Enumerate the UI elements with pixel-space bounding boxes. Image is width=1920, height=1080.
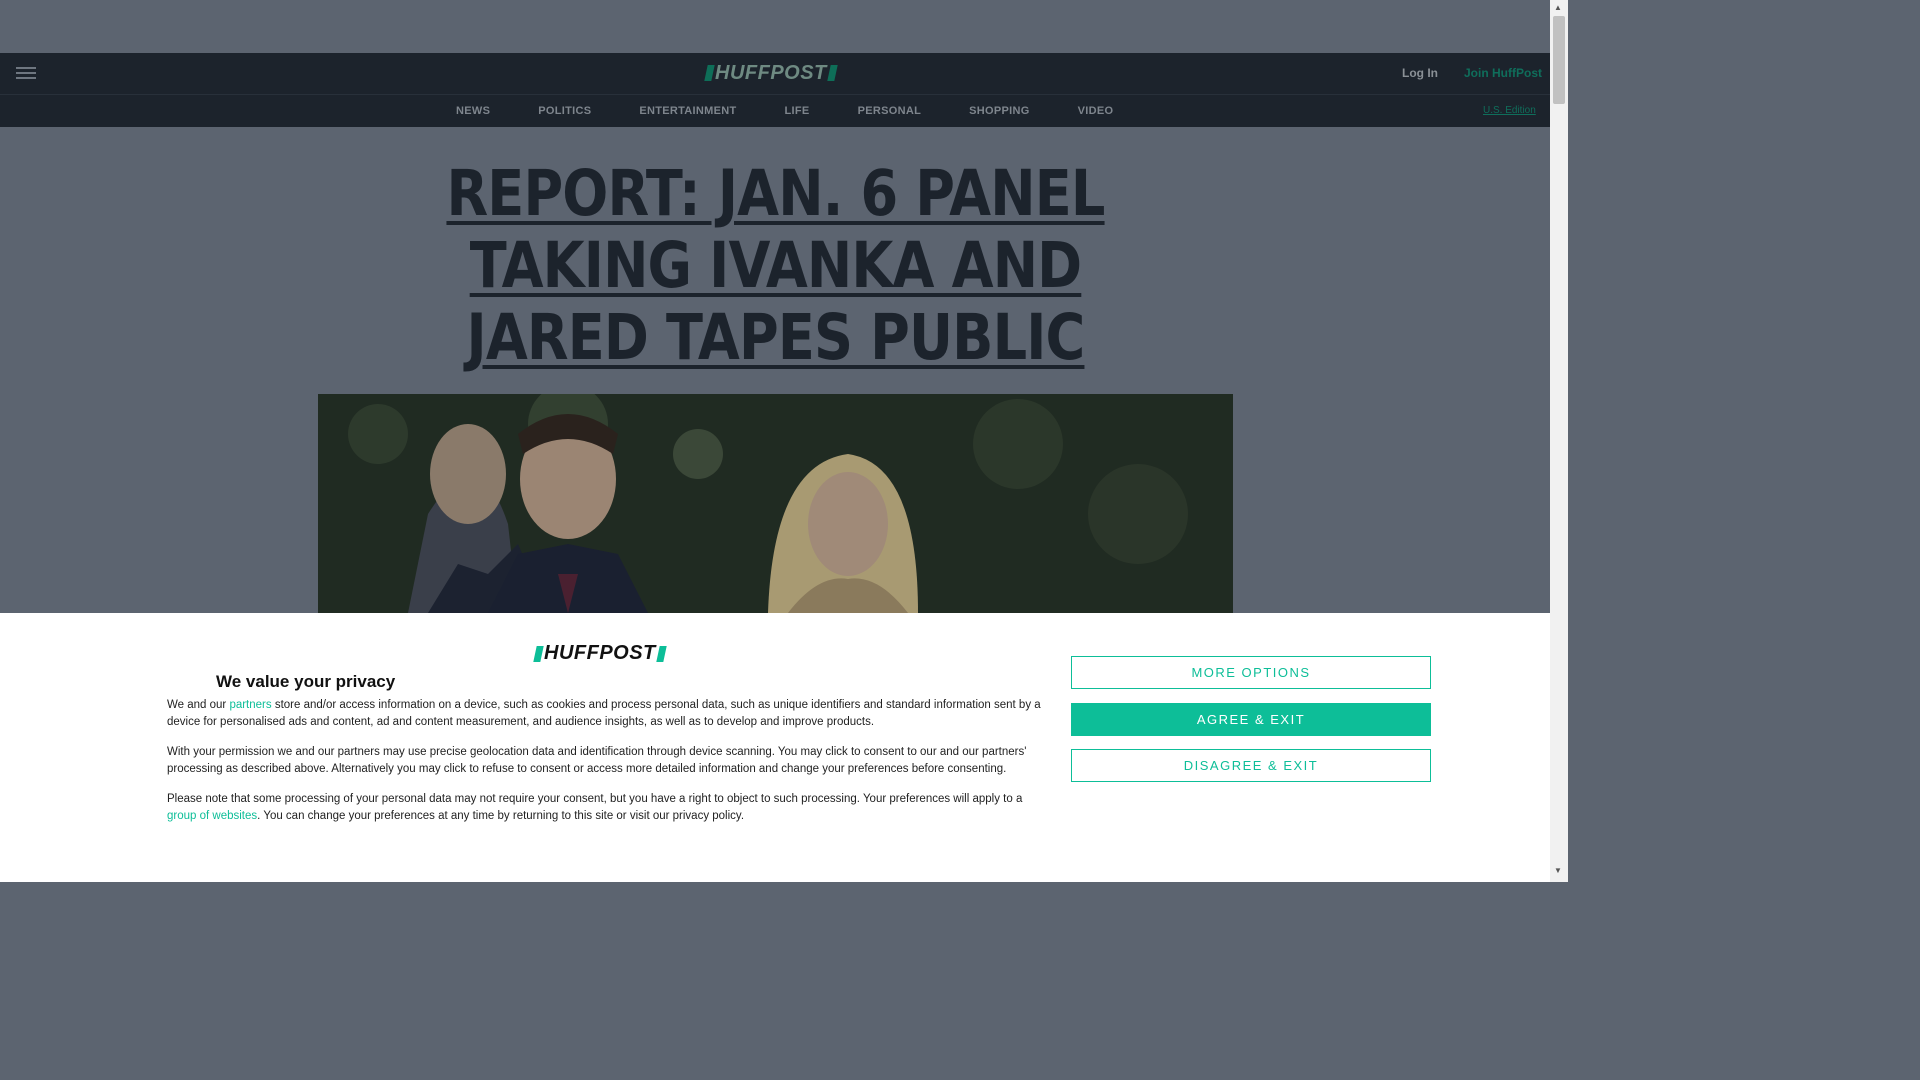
nav-item-news[interactable]: NEWS <box>456 105 490 117</box>
logo-bar-right <box>827 65 838 81</box>
nav-item-shopping[interactable]: SHOPPING <box>969 105 1029 117</box>
section-nav: NEWS POLITICS ENTERTAINMENT LIFE PERSONA… <box>0 95 1550 127</box>
partners-link[interactable]: partners <box>229 699 271 711</box>
login-link[interactable]: Log In <box>1402 66 1438 80</box>
more-options-button[interactable]: MORE OPTIONS <box>1071 656 1431 689</box>
p3-text-before: Please note that some processing of your… <box>167 793 1023 805</box>
agree-exit-button[interactable]: AGREE & EXIT <box>1071 703 1431 736</box>
nav-item-life[interactable]: LIFE <box>785 105 810 117</box>
nav-item-entertainment[interactable]: ENTERTAINMENT <box>639 105 736 117</box>
logo-bar-left <box>704 65 715 81</box>
join-huffpost-link[interactable]: Join HuffPost <box>1464 66 1542 80</box>
vertical-scrollbar[interactable]: ▲ ▼ <box>1550 0 1568 882</box>
nav-item-personal[interactable]: PERSONAL <box>858 105 922 117</box>
consent-banner: HUFFPOST We value your privacy We and ou… <box>0 613 1550 882</box>
consent-logo-bar-right <box>656 645 667 662</box>
logo-text: HUFFPOST <box>715 62 827 84</box>
headline-text[interactable]: REPORT: JAN. 6 PANEL TAKING IVANKA AND J… <box>446 157 1105 374</box>
consent-title: We value your privacy <box>216 672 396 691</box>
group-of-websites-link[interactable]: group of websites <box>167 810 257 822</box>
consent-paragraph-1: We and our partners store and/or access … <box>167 697 1043 731</box>
consent-paragraph-2: With your permission we and our partners… <box>167 746 1027 775</box>
scroll-up-arrow-icon[interactable]: ▲ <box>1554 3 1562 12</box>
nav-item-video[interactable]: VIDEO <box>1078 105 1114 117</box>
hero-photo-illustration <box>318 394 1233 613</box>
p1-text-before: We and our <box>167 699 230 711</box>
disagree-exit-button[interactable]: DISAGREE & EXIT <box>1071 749 1431 782</box>
section-nav-items: NEWS POLITICS ENTERTAINMENT LIFE PERSONA… <box>456 105 1161 117</box>
page: HUFFPOST Log In Join HuffPost NEWS POLIT… <box>0 0 1568 882</box>
huffpost-logo[interactable]: HUFFPOST <box>704 62 838 84</box>
consent-logo-text: HUFFPOST <box>544 642 656 664</box>
hamburger-menu-icon[interactable] <box>16 67 36 81</box>
ad-strip <box>0 0 1550 53</box>
nav-item-politics[interactable]: POLITICS <box>538 105 591 117</box>
edition-link[interactable]: U.S. Edition <box>1483 105 1536 116</box>
hero-image <box>318 394 1233 613</box>
p1-text-after: store and/or access information on a dev… <box>167 699 1041 728</box>
scrollbar-thumb[interactable] <box>1553 16 1565 104</box>
consent-huffpost-logo: HUFFPOST <box>533 642 667 665</box>
consent-paragraph-3: Please note that some processing of your… <box>167 791 1043 825</box>
top-bar: HUFFPOST Log In Join HuffPost <box>0 53 1550 95</box>
scroll-down-arrow-icon[interactable]: ▼ <box>1554 866 1562 875</box>
p3-text-after: . You can change your preferences at any… <box>257 810 745 822</box>
consent-logo-bar-left <box>533 645 544 662</box>
article-headline[interactable]: REPORT: JAN. 6 PANEL TAKING IVANKA AND J… <box>382 158 1169 374</box>
